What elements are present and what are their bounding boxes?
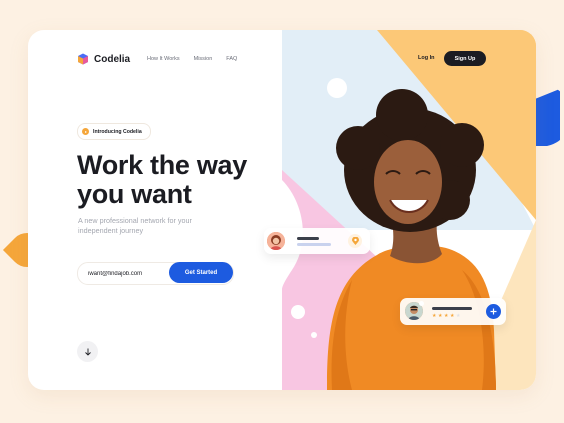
name-placeholder [432,307,472,310]
nav-item-how-it-works[interactable]: How It Works [147,56,180,62]
logo[interactable]: Codelia [77,53,130,65]
star-icon: ★ [437,313,443,319]
star-icon: ★ [449,313,455,319]
signup-button[interactable]: Sign Up [444,51,486,66]
hero-subtitle: A new professional network for your inde… [78,216,192,235]
name-placeholder [297,237,319,240]
star-icon: ★ [443,313,449,319]
email-field[interactable] [88,263,168,284]
star-icon: ★ [455,313,461,319]
rating: ★ ★ ★ ★ ★ [432,313,460,319]
intro-badge-label: Introducing Codelia [93,128,142,135]
brand-name: Codelia [94,53,131,65]
main-nav: How It Works Mission FAQ [147,56,237,62]
location-pin-icon [351,237,359,245]
intro-badge[interactable]: Introducing Codelia [77,123,151,140]
play-icon [82,128,89,135]
online-indicator [419,301,424,306]
nav-item-faq[interactable]: FAQ [226,56,237,62]
title-placeholder [297,243,331,246]
page-title: Work the way you want [77,151,267,209]
arrow-down-icon [84,348,91,356]
plus-icon [490,308,497,315]
logo-icon [78,53,88,65]
landing-card: Codelia How It Works Mission FAQ Log In … [28,30,536,390]
profile-card-1[interactable] [264,228,370,254]
nav-item-mission[interactable]: Mission [194,56,213,62]
headline-line-1: Work the way [77,150,247,180]
add-button[interactable] [486,304,501,319]
login-link[interactable]: Log In [418,55,435,61]
headline-line-2: you want [77,179,192,209]
profile-card-2[interactable]: ★ ★ ★ ★ ★ [400,298,506,325]
scroll-down-button[interactable] [77,341,98,362]
hero-illustration [282,30,536,390]
get-started-button[interactable]: Get Started [169,262,233,283]
location-button[interactable] [348,234,362,248]
avatar [267,232,285,250]
star-icon: ★ [432,313,437,319]
